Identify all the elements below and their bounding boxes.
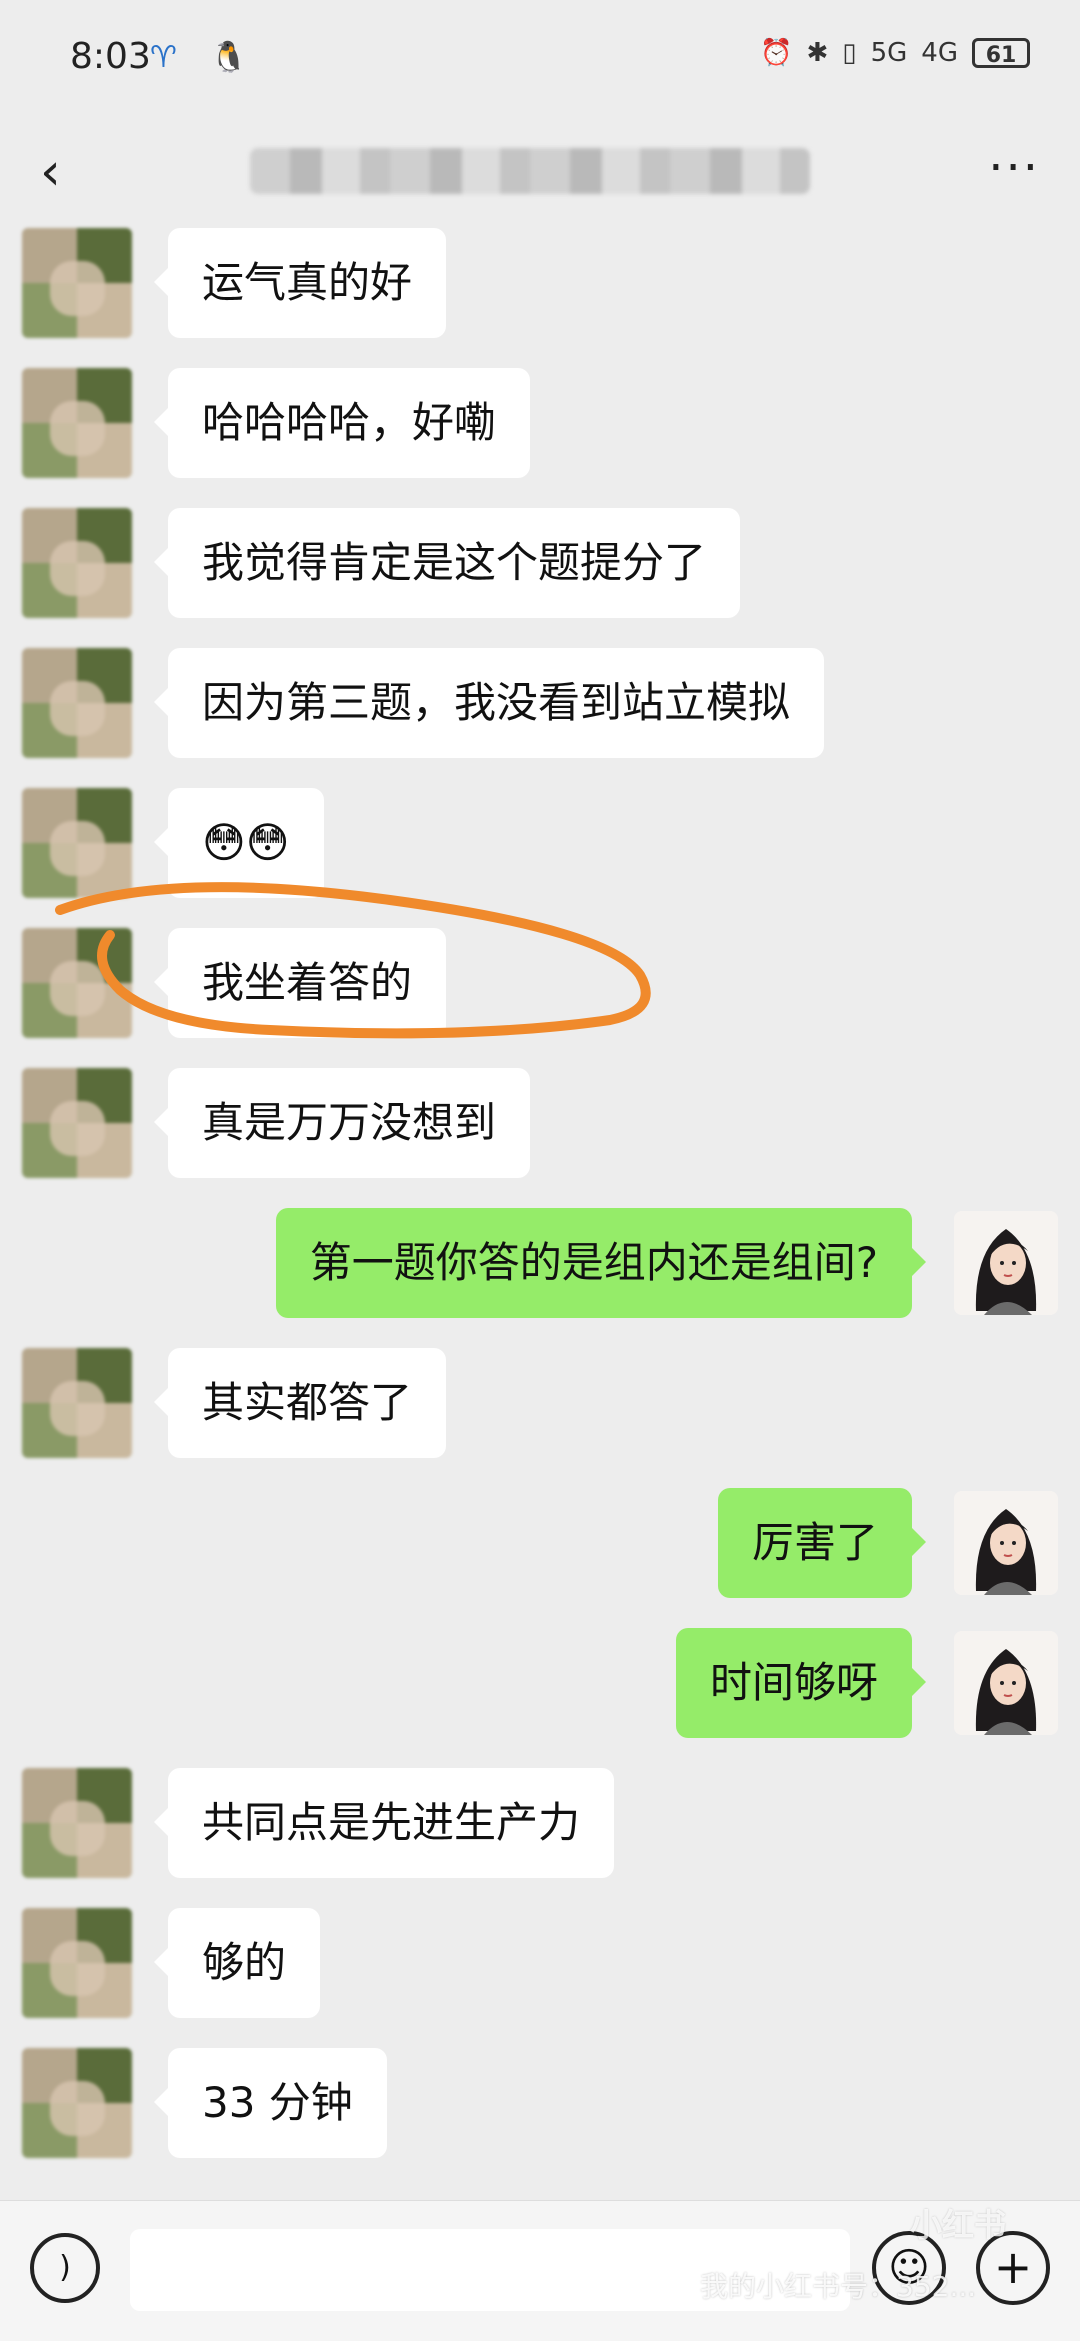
voice-input-icon[interactable]: ): [30, 2233, 100, 2303]
avatar[interactable]: [22, 228, 132, 338]
avatar[interactable]: [22, 368, 132, 478]
self-avatar[interactable]: [954, 1211, 1058, 1315]
message-bubble[interactable]: 哈哈哈哈，好嘞: [153, 368, 531, 478]
battery-icon: 61: [972, 38, 1030, 68]
message-bubble[interactable]: 运气真的好: [153, 228, 447, 338]
notification-icons: ♈ 🐧: [150, 40, 260, 75]
status-time: 8:03: [70, 36, 151, 77]
avatar[interactable]: [22, 1908, 132, 2018]
message-bubble-self[interactable]: 第一题你答的是组内还是组间?: [275, 1208, 927, 1318]
avatar[interactable]: [22, 2048, 132, 2158]
avatar[interactable]: [22, 1768, 132, 1878]
more-options-icon[interactable]: ···: [988, 140, 1040, 196]
self-avatar[interactable]: [954, 1631, 1058, 1735]
alarm-icon: ⏰: [760, 38, 793, 68]
watermark-text: 我的小红书号：352...: [700, 2270, 977, 2303]
avatar[interactable]: [22, 1068, 132, 1178]
chat-header: ‹ ██████ ████████ ██ █ ···: [0, 120, 1080, 225]
self-avatar-illustration: [954, 1631, 1058, 1735]
watermark-logo: 小红书: [910, 2206, 1007, 2244]
message-bubble[interactable]: 其实都答了: [153, 1348, 447, 1458]
signal-5g-icon: 5G: [870, 38, 908, 68]
status-bar: 8:03 ♈ 🐧 ⏰ ✱ ▯ 5G 4G 61: [0, 0, 1080, 120]
message-bubble[interactable]: 33 分钟: [154, 2048, 387, 2158]
hand-drawn-circle-annotation: [55, 882, 651, 1039]
chat-title-blurred: ██████ ████████ ██ █: [250, 148, 810, 194]
status-indicators: ⏰ ✱ ▯ 5G 4G 61: [760, 38, 1030, 68]
self-avatar-illustration: [954, 1491, 1058, 1595]
message-bubble[interactable]: 够的: [153, 1908, 321, 2018]
bluetooth-icon: ✱: [806, 38, 829, 68]
vibrate-icon: ▯: [842, 38, 857, 68]
message-bubble-self[interactable]: 时间够呀: [675, 1628, 927, 1738]
avatar[interactable]: [22, 648, 132, 758]
message-bubble[interactable]: 因为第三题，我没看到站立模拟: [153, 648, 825, 758]
self-avatar[interactable]: [954, 1491, 1058, 1595]
message-bubble[interactable]: 我觉得肯定是这个题提分了: [153, 508, 741, 618]
signal-4g-icon: 4G: [921, 38, 958, 68]
message-bubble-self[interactable]: 厉害了: [717, 1488, 927, 1598]
avatar[interactable]: [22, 1348, 132, 1458]
avatar[interactable]: [22, 508, 132, 618]
message-bubble[interactable]: 共同点是先进生产力: [153, 1768, 615, 1878]
message-bubble[interactable]: 真是万万没想到: [153, 1068, 531, 1178]
back-arrow-icon[interactable]: ‹: [40, 142, 100, 202]
self-avatar-illustration: [954, 1211, 1058, 1315]
